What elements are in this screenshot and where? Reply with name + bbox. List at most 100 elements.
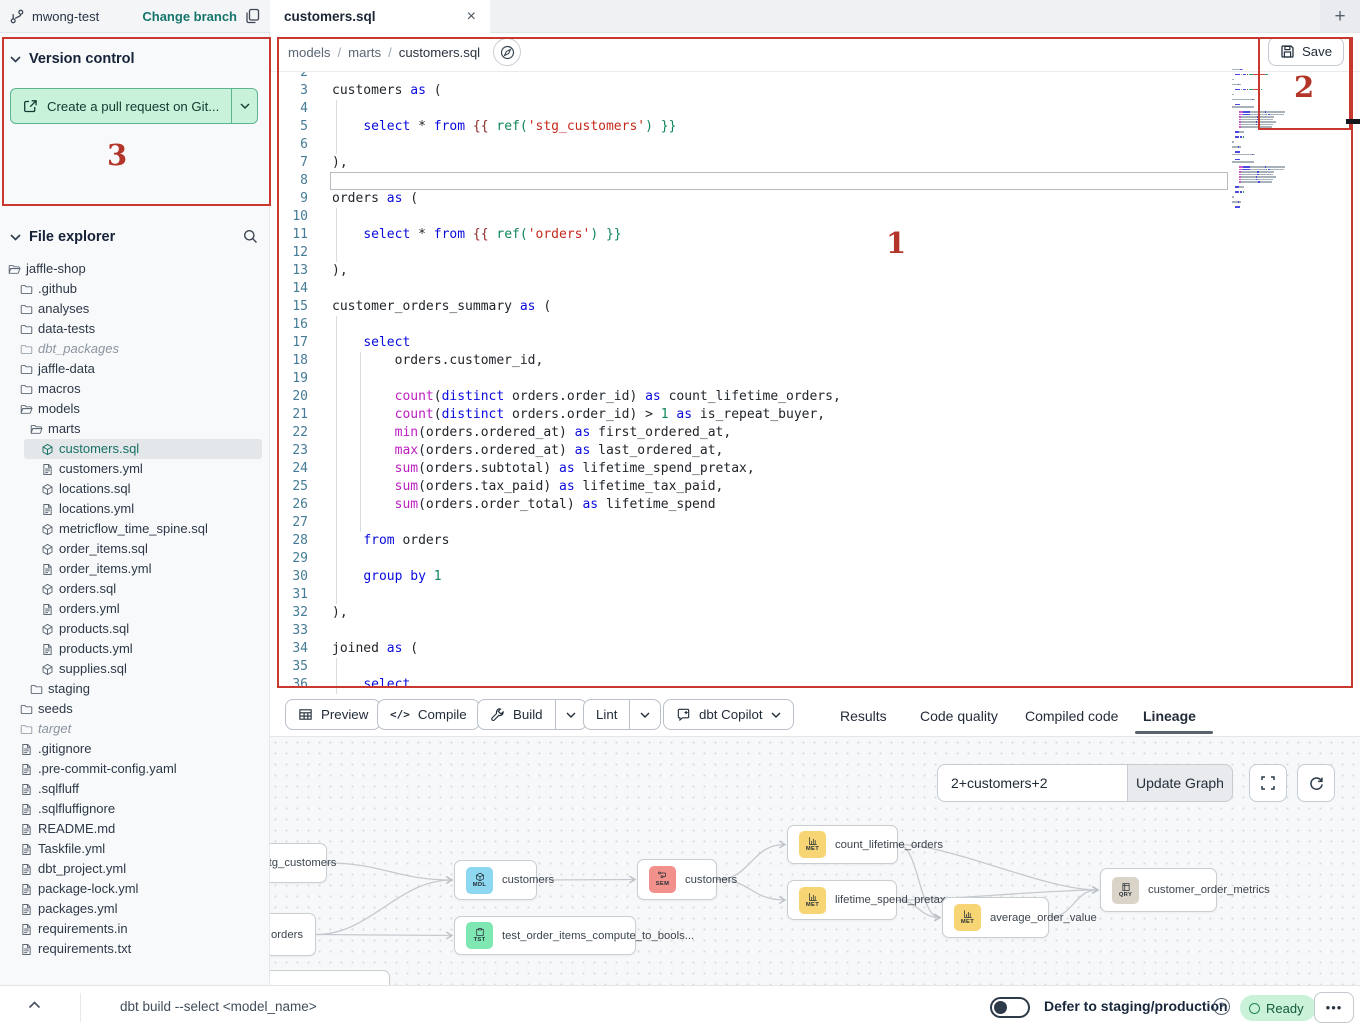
lineage-node-stg_customers[interactable]: stg_customers bbox=[270, 843, 327, 883]
minimap[interactable] bbox=[1232, 66, 1318, 209]
file-explorer-header[interactable]: File explorer bbox=[0, 223, 270, 251]
file-icon bbox=[20, 763, 33, 776]
tree-item-orders-sql[interactable]: orders.sql bbox=[0, 579, 270, 599]
fullscreen-button[interactable] bbox=[1249, 764, 1287, 802]
tree-item-products-yml[interactable]: products.yml bbox=[0, 639, 270, 659]
compile-button[interactable]: </>Compile bbox=[377, 699, 480, 730]
tree-item-locations-sql[interactable]: locations.sql bbox=[0, 479, 270, 499]
code-text: from orders bbox=[332, 532, 449, 550]
chevron-up-icon[interactable] bbox=[28, 1001, 41, 1009]
tree-item-data-tests[interactable]: data-tests bbox=[0, 319, 270, 339]
line-number: 11 bbox=[270, 226, 308, 244]
tree-item-locations-yml[interactable]: locations.yml bbox=[0, 499, 270, 519]
tree-item-metricflow-time-spine-sql[interactable]: metricflow_time_spine.sql bbox=[0, 519, 270, 539]
create-pull-request-button[interactable]: Create a pull request on Git... bbox=[10, 88, 258, 124]
version-control-header[interactable]: Version control bbox=[0, 45, 270, 73]
more-options-button[interactable]: ••• bbox=[1314, 992, 1354, 1023]
tree-item-jaffle-shop[interactable]: jaffle-shop bbox=[0, 259, 270, 279]
tree-item-requirements-txt[interactable]: requirements.txt bbox=[0, 939, 270, 959]
tree-item--github[interactable]: .github bbox=[0, 279, 270, 299]
tree-item-requirements-in[interactable]: requirements.in bbox=[0, 919, 270, 939]
tree-item-models[interactable]: models bbox=[0, 399, 270, 419]
build-dropdown-caret[interactable] bbox=[555, 700, 586, 729]
tab-lineage[interactable]: Lineage bbox=[1143, 697, 1196, 734]
code-editor[interactable]: 23customers as (45 select * from {{ ref(… bbox=[270, 33, 1360, 697]
pull-request-dropdown-caret[interactable] bbox=[232, 89, 257, 123]
lineage-node-qry_metrics[interactable]: QRYcustomer_order_metrics bbox=[1100, 868, 1217, 912]
help-icon[interactable]: ? bbox=[1213, 998, 1230, 1015]
tree-item-seeds[interactable]: seeds bbox=[0, 699, 270, 719]
build-main[interactable]: Build bbox=[478, 700, 555, 729]
minimap-line bbox=[1232, 114, 1318, 116]
lineage-selector-input[interactable]: 2+customers+2 bbox=[937, 764, 1128, 802]
lineage-node-partial_bottom[interactable] bbox=[270, 970, 390, 985]
command-input[interactable]: dbt build --select <model_name> bbox=[120, 999, 317, 1014]
tab-code-quality[interactable]: Code quality bbox=[920, 697, 998, 734]
preview-main[interactable]: Preview bbox=[286, 700, 380, 729]
tree-item--gitignore[interactable]: .gitignore bbox=[0, 739, 270, 759]
lineage-node-mdl_customers[interactable]: MDLcustomers bbox=[454, 860, 537, 900]
lineage-node-met_count[interactable]: METcount_lifetime_orders bbox=[787, 825, 898, 864]
code-text: sum(orders.subtotal) as lifetime_spend_p… bbox=[332, 460, 755, 478]
tree-item--sqlfluff[interactable]: .sqlfluff bbox=[0, 779, 270, 799]
tree-item--pre-commit-config-yaml[interactable]: .pre-commit-config.yaml bbox=[0, 759, 270, 779]
clipboard-icon bbox=[475, 927, 485, 937]
tree-item-order-items-sql[interactable]: order_items.sql bbox=[0, 539, 270, 559]
tree-item-target[interactable]: target bbox=[0, 719, 270, 739]
tree-item-dbt-packages[interactable]: dbt_packages bbox=[0, 339, 270, 359]
new-tab-button[interactable]: + bbox=[1334, 7, 1345, 26]
tab-customers-sql[interactable]: customers.sql × bbox=[270, 0, 490, 33]
tree-item-macros[interactable]: macros bbox=[0, 379, 270, 399]
dbt-copilot-button[interactable]: dbt Copilot bbox=[663, 699, 794, 730]
change-branch-link[interactable]: Change branch bbox=[142, 9, 237, 24]
copy-icon[interactable] bbox=[245, 8, 260, 24]
tree-item-label: orders.sql bbox=[59, 581, 116, 596]
tree-item--sqlfluffignore[interactable]: .sqlfluffignore bbox=[0, 799, 270, 819]
tree-item-dbt-project-yml[interactable]: dbt_project.yml bbox=[0, 859, 270, 879]
create-pull-request-main[interactable]: Create a pull request on Git... bbox=[11, 89, 232, 123]
lint-main[interactable]: Lint bbox=[584, 700, 629, 729]
tree-item-label: target bbox=[38, 721, 71, 736]
refresh-button[interactable] bbox=[1297, 764, 1335, 802]
explore-compass-button[interactable] bbox=[493, 38, 521, 66]
search-icon[interactable] bbox=[243, 229, 258, 244]
lineage-node-sem_customers[interactable]: SEMcustomers bbox=[637, 859, 717, 900]
lineage-node-met_pretax[interactable]: METlifetime_spend_pretax bbox=[787, 880, 897, 920]
build-button[interactable]: Build bbox=[477, 699, 587, 730]
preview-button[interactable]: Preview bbox=[285, 699, 381, 730]
tree-item-label: models bbox=[38, 401, 80, 416]
tree-item-orders-yml[interactable]: orders.yml bbox=[0, 599, 270, 619]
tree-item-supplies-sql[interactable]: supplies.sql bbox=[0, 659, 270, 679]
model-icon bbox=[41, 483, 54, 496]
tree-item-package-lock-yml[interactable]: package-lock.yml bbox=[0, 879, 270, 899]
minimap-line bbox=[1232, 76, 1318, 78]
tree-item-jaffle-data[interactable]: jaffle-data bbox=[0, 359, 270, 379]
save-button[interactable]: Save bbox=[1268, 37, 1344, 66]
tree-item-customers-yml[interactable]: customers.yml bbox=[0, 459, 270, 479]
model-icon bbox=[41, 443, 54, 456]
lineage-node-met_avg[interactable]: METaverage_order_value bbox=[942, 897, 1049, 938]
defer-toggle[interactable] bbox=[990, 997, 1030, 1018]
tree-item-products-sql[interactable]: products.sql bbox=[0, 619, 270, 639]
update-graph-button[interactable]: Update Graph bbox=[1128, 764, 1233, 802]
lint-dropdown-caret[interactable] bbox=[629, 700, 660, 729]
tree-item-readme-md[interactable]: README.md bbox=[0, 819, 270, 839]
lint-button[interactable]: Lint bbox=[583, 699, 661, 730]
tab-results[interactable]: Results bbox=[840, 697, 887, 734]
tree-item-taskfile-yml[interactable]: Taskfile.yml bbox=[0, 839, 270, 859]
close-icon[interactable]: × bbox=[467, 9, 476, 25]
lineage-node-orders[interactable]: orders bbox=[270, 913, 316, 956]
tree-item-marts[interactable]: marts bbox=[0, 419, 270, 439]
lineage-node-tst_order_items[interactable]: TSTtest_order_items_compute_to_bools... bbox=[454, 916, 636, 955]
tree-item-packages-yml[interactable]: packages.yml bbox=[0, 899, 270, 919]
dbt-copilot-main[interactable]: dbt Copilot bbox=[664, 700, 793, 729]
tree-item-analyses[interactable]: analyses bbox=[0, 299, 270, 319]
tree-item-customers-sql[interactable]: customers.sql bbox=[0, 439, 270, 459]
compile-main[interactable]: </>Compile bbox=[378, 700, 479, 729]
tree-item-staging[interactable]: staging bbox=[0, 679, 270, 699]
minimap-line bbox=[1232, 111, 1318, 113]
code-line-18: 18 orders.customer_id, bbox=[270, 352, 1360, 370]
tree-item-order-items-yml[interactable]: order_items.yml bbox=[0, 559, 270, 579]
tab-compiled-code[interactable]: Compiled code bbox=[1025, 697, 1118, 734]
minimap-line bbox=[1232, 136, 1318, 138]
